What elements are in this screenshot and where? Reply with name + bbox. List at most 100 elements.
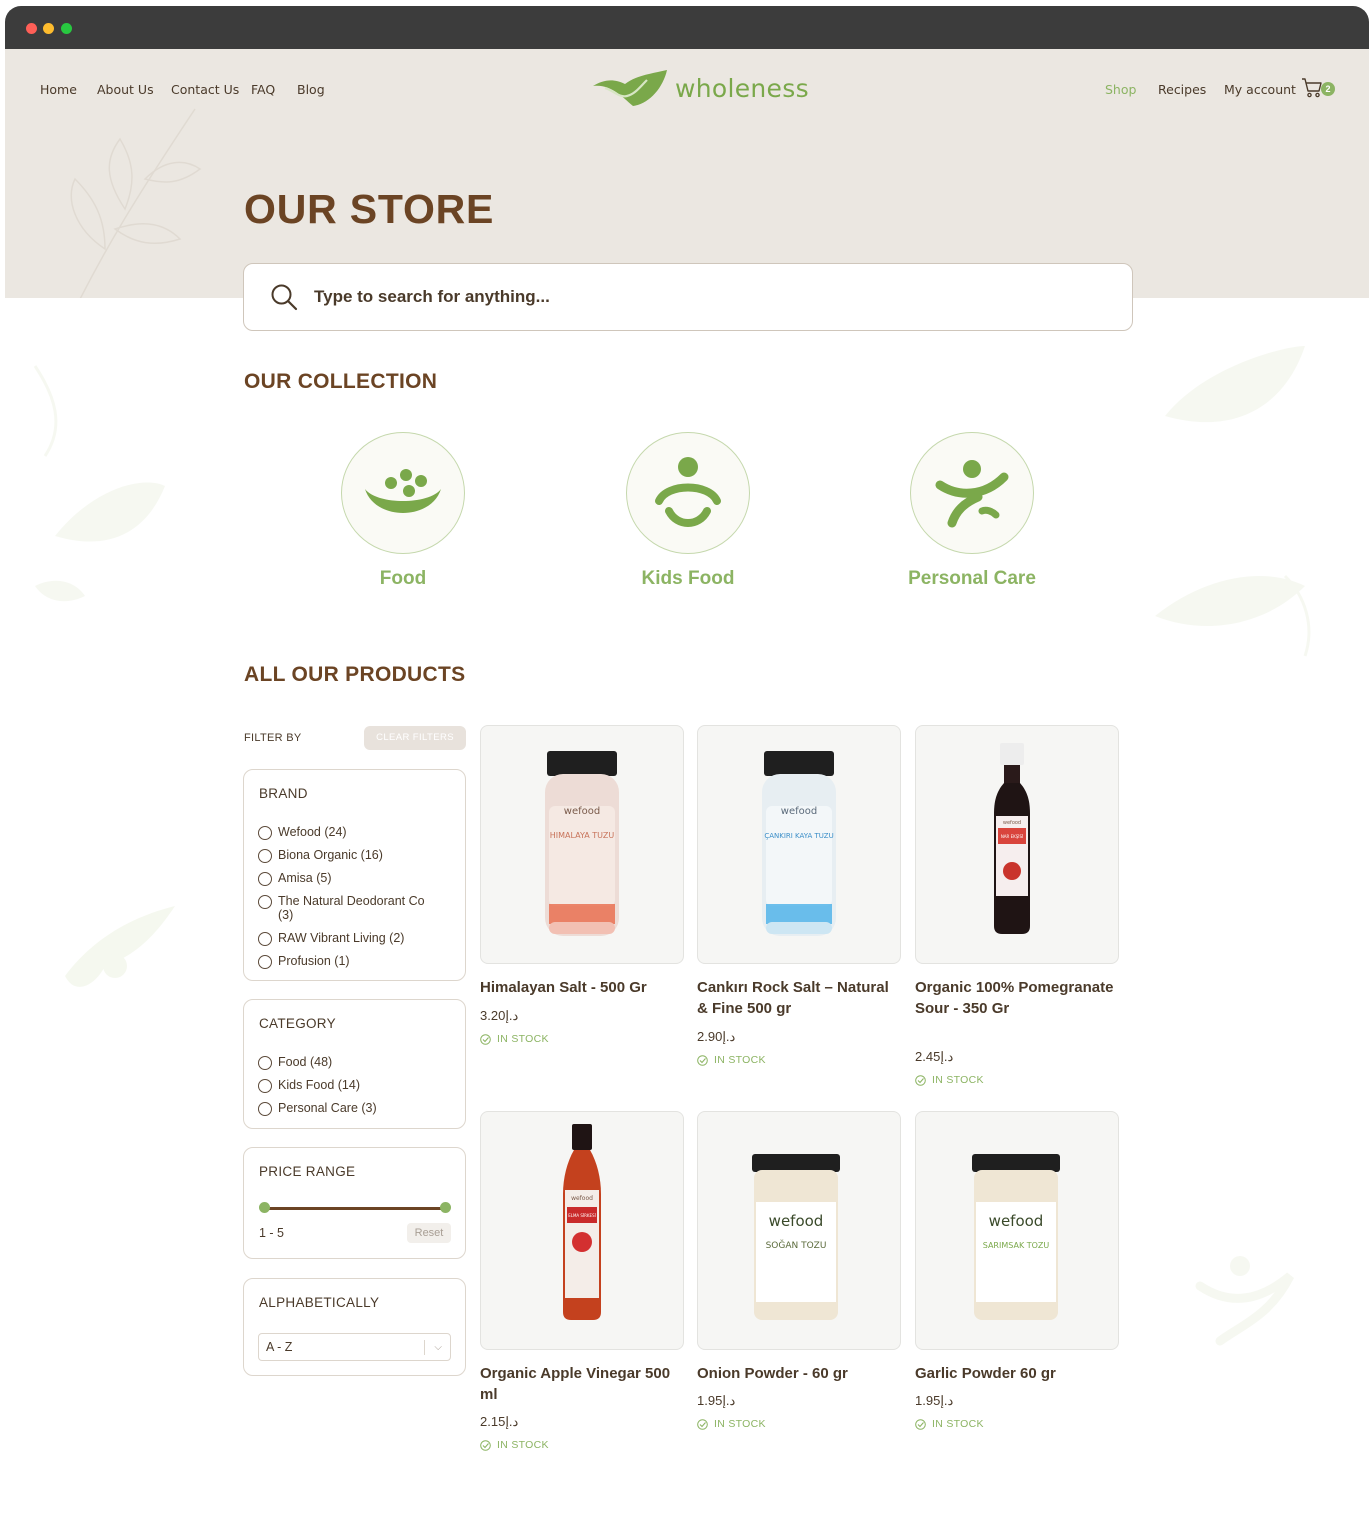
decorative-leaves-icon [33, 365, 165, 602]
product-price: 1.95د.إ [915, 1393, 954, 1408]
chevron-down-icon: ⌵ [434, 1342, 442, 1353]
nav-blog[interactable]: Blog [297, 82, 325, 97]
search-input[interactable]: Type to search for anything... [314, 287, 550, 307]
radio-button[interactable] [258, 932, 272, 946]
product-name[interactable]: Cankırı Rock Salt – Natural & Fine 500 g… [697, 977, 902, 1019]
category-option[interactable]: Kids Food (14) [258, 1078, 360, 1093]
category-option[interactable]: Food (48) [258, 1055, 332, 1070]
browser-window: Home About Us Contact Us FAQ Blog wholen… [5, 6, 1369, 1514]
site-logo[interactable]: wholeness [591, 66, 809, 110]
stock-status: IN STOCK [915, 1074, 984, 1086]
jar-brand-label: wefood [1003, 820, 1021, 826]
category-filter-title: CATEGORY [259, 1016, 336, 1031]
personal-care-icon [935, 460, 1009, 528]
product-name[interactable]: Organic Apple Vinegar 500 ml [480, 1363, 685, 1405]
nav-contact-us[interactable]: Contact Us [171, 82, 239, 97]
stock-label: IN STOCK [497, 1439, 549, 1451]
price-slider-track[interactable] [264, 1207, 446, 1210]
check-circle-icon [480, 1033, 491, 1045]
nav-shop[interactable]: Shop [1105, 82, 1136, 97]
jar-brand-label: wefood [989, 1212, 1044, 1230]
brand-option[interactable]: The Natural Deodorant Co (3) [258, 894, 438, 922]
product-image[interactable]: wefood NAR EKŞİSİ [915, 725, 1119, 964]
kids-icon [655, 457, 721, 527]
jar-product-label: ELMA SİRKESİ [568, 1213, 596, 1218]
radio-button[interactable] [258, 849, 272, 863]
radio-button[interactable] [258, 955, 272, 969]
collection-title: OUR COLLECTION [244, 370, 438, 393]
product-price: 3.20د.إ [480, 1008, 519, 1023]
brand-filter-title: BRAND [259, 786, 308, 801]
brand-name: wholeness [675, 73, 809, 103]
product-image[interactable]: wefood ELMA SİRKESİ [480, 1111, 684, 1350]
collection-kids-food-label: Kids Food [641, 568, 735, 589]
check-circle-icon [915, 1074, 926, 1086]
radio-button[interactable] [258, 1102, 272, 1116]
himalayan-salt-jar-image: wefood HIMALAYA TUZU [545, 751, 619, 936]
product-name[interactable]: Garlic Powder 60 gr [915, 1363, 1120, 1384]
radio-button[interactable] [258, 826, 272, 840]
jar-product-label: NAR EKŞİSİ [1001, 834, 1023, 839]
jar-product-label: SARIMSAK TOZU [983, 1241, 1050, 1250]
garlic-powder-jar-image: wefood SARIMSAK TOZU [972, 1154, 1060, 1320]
radio-button[interactable] [258, 1079, 272, 1093]
jar-brand-label: wefood [769, 1212, 824, 1230]
close-window-button[interactable] [26, 23, 37, 34]
price-slider-max-handle[interactable] [440, 1202, 451, 1213]
product-image[interactable]: wefood HIMALAYA TUZU [480, 725, 684, 964]
product-name[interactable]: Himalayan Salt - 500 Gr [480, 977, 685, 998]
brand-option[interactable]: Amisa (5) [258, 871, 331, 886]
collection-food-label: Food [379, 568, 427, 589]
jar-brand-label: wefood [571, 1195, 593, 1202]
stock-status: IN STOCK [697, 1418, 766, 1430]
cart-icon[interactable] [1301, 77, 1323, 99]
radio-button[interactable] [258, 895, 272, 909]
radio-button[interactable] [258, 872, 272, 886]
apple-vinegar-bottle-image: wefood ELMA SİRKESİ [563, 1124, 601, 1320]
brand-option[interactable]: RAW Vibrant Living (2) [258, 931, 404, 946]
alphabetical-title: ALPHABETICALLY [259, 1295, 380, 1310]
check-circle-icon [480, 1439, 491, 1451]
nav-recipes[interactable]: Recipes [1158, 82, 1206, 97]
product-image[interactable]: wefood SARIMSAK TOZU [915, 1111, 1119, 1350]
product-price: 1.95د.إ [697, 1393, 736, 1408]
product-name[interactable]: Onion Powder - 60 gr [697, 1363, 902, 1384]
stock-status: IN STOCK [915, 1418, 984, 1430]
decorative-leaves-icon [1155, 346, 1311, 657]
stock-label: IN STOCK [497, 1033, 549, 1045]
collection-food[interactable]: Food [338, 432, 468, 589]
product-name[interactable]: Organic 100% Pomegranate Sour - 350 Gr [915, 977, 1120, 1019]
price-reset-button[interactable]: Reset [407, 1223, 451, 1243]
category-option[interactable]: Personal Care (3) [258, 1101, 377, 1116]
pomegranate-bottle-image: wefood NAR EKŞİSİ [994, 743, 1030, 934]
search-bar[interactable]: Type to search for anything... [243, 263, 1133, 331]
brand-option[interactable]: Biona Organic (16) [258, 848, 383, 863]
radio-button[interactable] [258, 1056, 272, 1070]
product-image[interactable]: wefood ÇANKIRI KAYA TUZU [697, 725, 901, 964]
nav-my-account[interactable]: My account [1224, 82, 1296, 97]
product-price: 2.90د.إ [697, 1029, 736, 1044]
check-circle-icon [697, 1054, 708, 1066]
stock-status: IN STOCK [480, 1033, 549, 1045]
price-range-title: PRICE RANGE [259, 1164, 356, 1179]
collection-kids-food[interactable]: Kids Food [623, 432, 753, 589]
nav-about-us[interactable]: About Us [97, 82, 154, 97]
minimize-window-button[interactable] [43, 23, 54, 34]
collection-personal-care[interactable]: Personal Care [907, 432, 1037, 589]
nav-home[interactable]: Home [40, 82, 77, 97]
decorative-person-icon [1195, 1256, 1295, 1346]
brand-option[interactable]: Profusion (1) [258, 954, 350, 969]
leaf-logo-icon [593, 70, 667, 106]
alphabetical-filter: ALPHABETICALLY A - Z ⌵ [243, 1278, 466, 1376]
product-image[interactable]: wefood SOĞAN TOZU [697, 1111, 901, 1350]
stock-label: IN STOCK [932, 1418, 984, 1430]
sort-select[interactable]: A - Z ⌵ [258, 1333, 451, 1361]
clear-filters-button[interactable]: CLEAR FILTERS [364, 726, 466, 750]
nav-faq[interactable]: FAQ [251, 82, 275, 97]
price-slider-min-handle[interactable] [259, 1202, 270, 1213]
brand-option[interactable]: Wefood (24) [258, 825, 347, 840]
maximize-window-button[interactable] [61, 23, 72, 34]
onion-powder-jar-image: wefood SOĞAN TOZU [752, 1154, 840, 1320]
decorative-person-icon [65, 906, 175, 987]
jar-product-label: HIMALAYA TUZU [550, 831, 615, 840]
